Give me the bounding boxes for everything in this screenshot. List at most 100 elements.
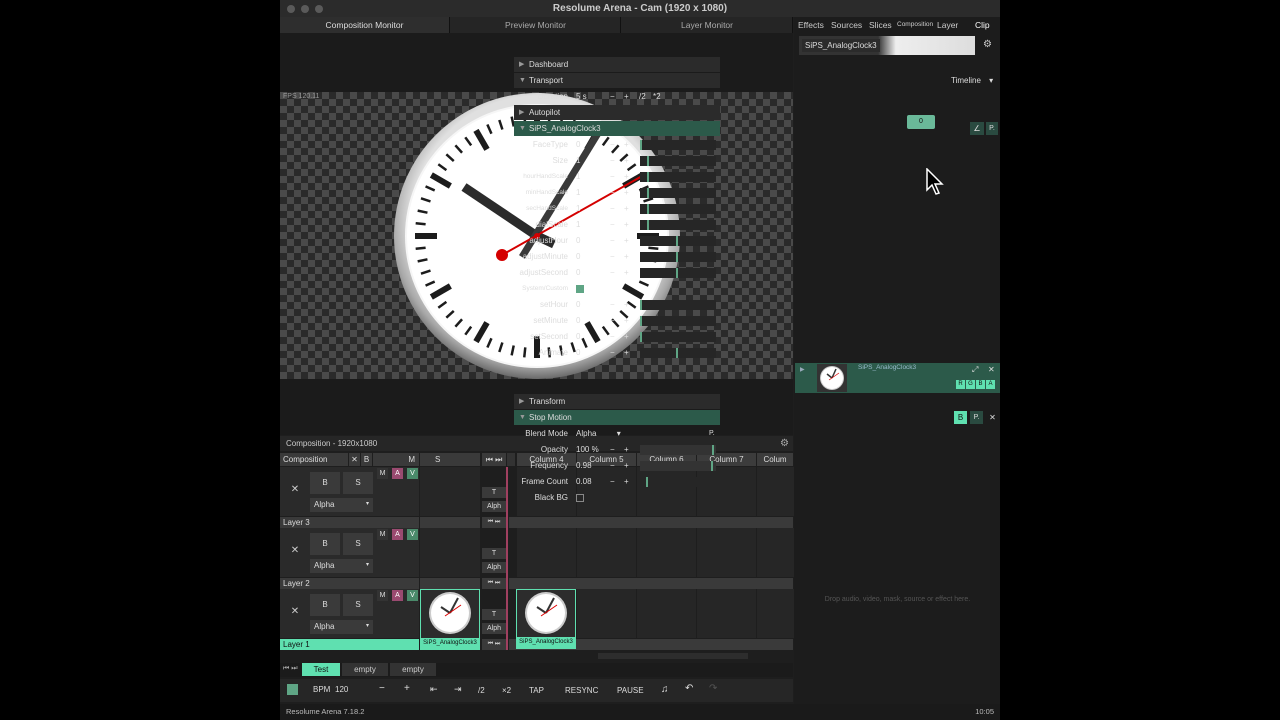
param-slider-handle[interactable] <box>676 252 678 262</box>
param-value[interactable]: 0 <box>576 265 580 281</box>
param-increase[interactable]: + <box>624 137 629 153</box>
param-decrease[interactable]: − <box>610 442 615 458</box>
param-value[interactable]: 0.98 <box>576 458 592 474</box>
param-decrease[interactable]: − <box>610 345 615 361</box>
param-decrease[interactable]: − <box>610 249 615 265</box>
blend-preset-button[interactable]: P. <box>709 426 715 442</box>
expand-icon[interactable]: ⤢ <box>972 365 978 375</box>
param-slider-handle[interactable] <box>676 348 678 358</box>
param-slider-handle[interactable] <box>647 204 649 214</box>
clip-slot-empty[interactable] <box>517 528 576 577</box>
param-increase[interactable]: + <box>624 297 629 313</box>
param-decrease[interactable]: − <box>610 313 615 329</box>
param-increase[interactable]: + <box>624 313 629 329</box>
param-increase[interactable]: + <box>624 233 629 249</box>
param-value[interactable]: 0 <box>576 329 580 345</box>
param-slider[interactable] <box>640 348 716 358</box>
layer-alpha-button[interactable]: Alph <box>482 623 506 634</box>
section-transform[interactable]: ▶ Transform <box>514 394 720 409</box>
plugin-preset-button[interactable]: P. <box>986 122 998 135</box>
param-increase[interactable]: + <box>624 345 629 361</box>
param-slider-handle[interactable] <box>640 316 642 326</box>
layer-mask-button[interactable]: M <box>377 529 388 540</box>
duration-value[interactable]: 5 s <box>576 89 587 105</box>
bpm-value[interactable]: 120 <box>335 685 348 694</box>
param-slider[interactable] <box>640 220 716 230</box>
param-decrease[interactable]: − <box>610 185 615 201</box>
layer-nav-buttons[interactable]: ⏮ ⏭ <box>482 639 506 650</box>
clip-slot-empty[interactable] <box>697 589 756 638</box>
tab-preview-monitor[interactable]: Preview Monitor <box>451 17 621 33</box>
param-decrease[interactable]: − <box>610 329 615 345</box>
param-increase[interactable]: + <box>624 217 629 233</box>
param-slider-handle[interactable] <box>640 140 642 150</box>
minimize-window-button[interactable] <box>301 5 309 13</box>
param-value[interactable]: 0 <box>576 233 580 249</box>
layer-transition-button[interactable]: T <box>482 609 506 620</box>
nudge-forward-icon[interactable]: ⇥ <box>454 684 462 695</box>
layer-name[interactable]: Layer 2 <box>280 578 419 589</box>
bpm-double-button[interactable]: ×2 <box>502 686 511 695</box>
param-slider[interactable] <box>640 300 716 310</box>
stop-motion-preset-button[interactable]: P. <box>970 411 983 424</box>
deck-nav-buttons[interactable]: ⏮ ⏭ <box>283 665 298 673</box>
param-slider[interactable] <box>640 140 716 150</box>
param-value[interactable]: 1 <box>576 169 580 185</box>
clip-slot-empty[interactable] <box>637 589 696 638</box>
param-increase[interactable]: + <box>624 201 629 217</box>
param-increase[interactable]: + <box>624 265 629 281</box>
composition-mute-button[interactable]: M <box>373 453 419 466</box>
column-header-8[interactable]: Colum <box>757 453 793 466</box>
param-increase[interactable]: + <box>624 329 629 345</box>
param-increase[interactable]: + <box>624 249 629 265</box>
plugin-edit-icon[interactable]: ∠ <box>970 122 984 135</box>
duration-decrease[interactable]: − <box>610 89 615 105</box>
tab-layer-monitor[interactable]: Layer Monitor <box>622 17 793 33</box>
param-slider[interactable] <box>640 188 716 198</box>
param-increase[interactable]: + <box>624 458 629 474</box>
param-slider[interactable] <box>640 332 716 342</box>
section-transport[interactable]: ▼ Transport <box>514 73 720 88</box>
param-decrease[interactable]: − <box>610 474 615 490</box>
param-slider-handle[interactable] <box>712 445 714 455</box>
remove-effect-close-icon[interactable]: ✕ <box>986 411 999 424</box>
param-slider-handle[interactable] <box>647 172 649 182</box>
layer-clip-slot[interactable] <box>420 467 480 516</box>
section-autopilot[interactable]: ▶ Autopilot <box>514 105 720 120</box>
param-slider[interactable] <box>640 461 716 471</box>
layer-alpha-button[interactable]: Alph <box>482 501 506 512</box>
param-slider[interactable] <box>640 477 716 487</box>
layer-transition-button[interactable]: T <box>482 548 506 559</box>
clip-slot-empty[interactable] <box>577 528 636 577</box>
param-increase[interactable]: + <box>624 169 629 185</box>
layer-bypass-button[interactable]: B <box>310 594 340 616</box>
tab-slices[interactable]: Slices <box>869 17 892 33</box>
param-decrease[interactable]: − <box>610 201 615 217</box>
param-increase[interactable]: + <box>624 474 629 490</box>
param-decrease[interactable]: − <box>610 153 615 169</box>
resync-button[interactable]: RESYNC <box>565 686 598 695</box>
param-slider-handle[interactable] <box>676 236 678 246</box>
param-value[interactable]: 0 <box>576 297 580 313</box>
param-slider-handle[interactable] <box>640 300 642 310</box>
param-slider-handle[interactable] <box>646 477 648 487</box>
param-decrease[interactable]: − <box>610 458 615 474</box>
layer-mask-button[interactable]: M <box>377 590 388 601</box>
section-plugin[interactable]: ▼ SiPS_AnalogClock3 <box>514 121 720 136</box>
composition-clear-button[interactable]: ✕ <box>349 453 360 466</box>
tap-button[interactable]: TAP <box>529 686 544 695</box>
tempo-sync-icon[interactable] <box>287 684 298 695</box>
param-slider[interactable] <box>640 316 716 326</box>
param-slider[interactable] <box>640 236 716 246</box>
channel-toggle[interactable]: A <box>986 380 995 389</box>
channel-toggle[interactable]: R <box>956 380 965 389</box>
close-icon[interactable]: ✕ <box>988 365 995 374</box>
param-value[interactable]: 1 <box>576 217 580 233</box>
redo-icon[interactable]: ↷ <box>709 683 717 694</box>
duration-half[interactable]: /2 <box>639 89 646 105</box>
tab-effects[interactable]: Effects <box>798 17 824 33</box>
layer-name[interactable]: Layer 1 <box>280 639 419 650</box>
tab-clip[interactable]: Clip <box>975 17 990 33</box>
layer-clip-slot[interactable] <box>420 528 480 577</box>
param-checkbox[interactable] <box>576 285 584 293</box>
